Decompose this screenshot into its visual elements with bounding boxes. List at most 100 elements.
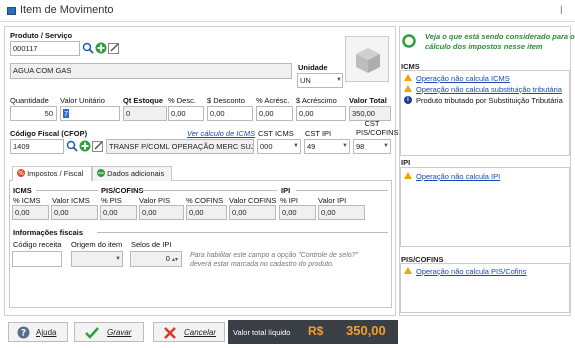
cst-pis-select[interactable]: 98 ▼	[353, 139, 391, 154]
cst-pis-label-line2: PIS/COFINS	[356, 128, 399, 137]
save-button[interactable]: Gravar	[74, 322, 144, 342]
selos-input[interactable]: 0 ▴▾	[130, 251, 182, 267]
icms-item: Produto tributado por Substituição Tribu…	[416, 96, 563, 105]
chevron-down-icon: ▼	[342, 143, 348, 149]
chevron-down-icon: ▼	[383, 143, 389, 149]
cst-pis-label: CST PIS/COFINS	[356, 119, 399, 137]
product-image[interactable]	[345, 36, 389, 82]
ring-icon	[402, 34, 416, 48]
chevron-down-icon: ▼	[115, 256, 121, 262]
svg-text:?: ?	[21, 329, 26, 339]
cancel-label: Cancelar	[184, 328, 217, 337]
valor-unitario-label: Valor Unitário	[60, 96, 105, 105]
spin-icon[interactable]: ▴▾	[172, 257, 178, 263]
tax-value: 0,00	[12, 205, 49, 220]
search-icon[interactable]	[66, 140, 78, 152]
valor-total-label: Valor Total	[349, 96, 387, 105]
icms-item[interactable]: Operação não calcula ICMS	[416, 74, 510, 83]
selos-note-line1: Para habilitar este campo a opção "Contr…	[190, 252, 359, 259]
cst-icms-value: 000	[260, 142, 273, 151]
help-button[interactable]: ? Ajuda	[8, 322, 68, 342]
quantidade-input[interactable]: 50	[10, 106, 57, 121]
info-fiscais-title: Informações fiscais	[13, 228, 84, 237]
tax-value: 0,00	[186, 205, 227, 220]
codigo-receita-label: Código receita	[13, 240, 62, 249]
unidade-label: Unidade	[298, 63, 328, 72]
desconto-input[interactable]: 0,00	[207, 106, 253, 121]
tax-value: 0,00	[229, 205, 276, 220]
ipi-item[interactable]: Operação não calcula IPI	[416, 172, 500, 181]
search-icon[interactable]	[82, 42, 94, 54]
help-label: Ajuda	[36, 328, 57, 337]
cst-pis-label-line1: CST	[364, 119, 380, 128]
chevron-down-icon: ▼	[336, 77, 342, 83]
pis-item[interactable]: Operação não calcula PIS/Cofins	[416, 267, 526, 276]
tax-info-headline-line2: cálculo dos impostos nesse item	[425, 42, 543, 51]
divider	[141, 190, 277, 191]
close-icon	[164, 327, 176, 339]
check-icon	[85, 327, 99, 339]
cst-ipi-value: 49	[307, 142, 316, 151]
more-icon	[97, 169, 105, 177]
warning-icon	[404, 267, 412, 274]
tax-header: Valor IPI	[318, 196, 347, 205]
qt-estoque-label: Qt Estoque	[123, 96, 164, 105]
cfop-code-input[interactable]: 1409	[10, 139, 64, 154]
tab-impostos-fiscal[interactable]: % Impostos / Fiscal	[12, 166, 92, 181]
tab-dados-adicionais[interactable]: Dados adicionais	[92, 166, 172, 181]
warning-icon	[404, 172, 412, 179]
codigo-receita-input[interactable]	[12, 251, 62, 267]
warning-icon	[404, 85, 412, 92]
tax-header: % ICMS	[13, 196, 41, 205]
quantidade-label: Quantidade	[10, 96, 49, 105]
cst-pis-value: 98	[356, 142, 365, 151]
divider	[97, 232, 388, 233]
tax-header: Valor COFINS	[229, 196, 277, 205]
cfop-description: TRANSF P/COML OPERAÇÃO MERC SUJ SUB TRIB	[106, 139, 254, 154]
acrescimo-input[interactable]: 0,00	[296, 106, 346, 121]
tax-icon: %	[17, 169, 25, 177]
cst-icms-label: CST ICMS	[258, 129, 294, 138]
tax-info-headline: Veja o que está sendo considerado para o…	[425, 32, 575, 52]
valor-unitario-input[interactable]: 7	[60, 106, 120, 121]
tax-value: 0,00	[318, 205, 365, 220]
selos-label: Selos de IPI	[131, 240, 172, 249]
tax-value: 0,00	[279, 205, 316, 220]
icms-item[interactable]: Operação não calcula substituição tribut…	[416, 85, 562, 94]
tax-header: % COFINS	[186, 196, 224, 205]
desconto-label: $ Desconto	[207, 96, 245, 105]
add-icon[interactable]	[79, 140, 91, 152]
total-value: 350,00	[346, 323, 386, 338]
icms-group-title: ICMS	[13, 186, 32, 195]
svg-text:%: %	[18, 170, 24, 177]
box-icon	[356, 48, 380, 73]
unidade-select[interactable]: UN ▼	[297, 73, 343, 88]
tax-info-headline-line1: Veja o que está sendo considerado para o	[425, 32, 575, 41]
tax-header: % IPI	[280, 196, 298, 205]
tax-value: 0,00	[139, 205, 184, 220]
cst-ipi-select[interactable]: 49 ▼	[304, 139, 350, 154]
edit-icon[interactable]	[92, 140, 104, 152]
tax-value: 0,00	[51, 205, 98, 220]
ver-calculo-icms-link[interactable]: Ver cálculo de ICMS	[187, 129, 255, 138]
tab-impostos-label: Impostos / Fiscal	[27, 169, 84, 178]
pct-desc-input[interactable]: 0,00	[168, 106, 204, 121]
window-title: Item de Movimento	[20, 4, 114, 16]
pct-acresc-input[interactable]: 0,00	[256, 106, 293, 121]
cst-icms-select[interactable]: 000 ▼	[257, 139, 301, 154]
origem-label: Origem do item	[71, 240, 123, 249]
cancel-button[interactable]: Cancelar	[153, 322, 225, 342]
pis-group-title: PIS/COFINS	[101, 186, 144, 195]
add-icon[interactable]	[95, 42, 107, 54]
origem-select[interactable]: ▼	[71, 251, 123, 267]
tax-value: 0,00	[100, 205, 137, 220]
produto-code-input[interactable]: 000117	[10, 41, 80, 56]
tax-header: % PIS	[101, 196, 122, 205]
edit-icon[interactable]	[108, 42, 120, 54]
cst-ipi-label: CST IPI	[305, 129, 332, 138]
title-bar: Item de Movimento ꟾ	[0, 0, 575, 22]
cfop-label: Código Fiscal (CFOP)	[10, 129, 88, 138]
divider	[296, 190, 388, 191]
close-icon[interactable]: ꟾ	[560, 6, 563, 17]
produto-label: Produto / Serviço	[10, 31, 73, 40]
